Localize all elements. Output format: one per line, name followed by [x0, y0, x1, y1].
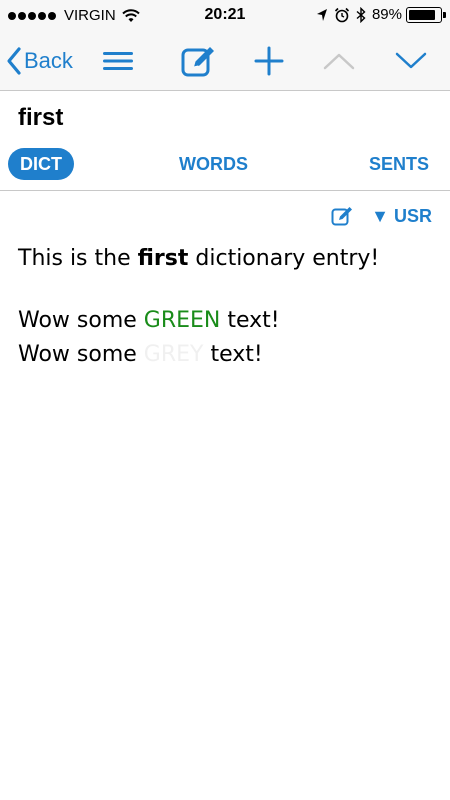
add-button[interactable] — [248, 32, 290, 90]
hamburger-menu-icon — [103, 52, 133, 70]
source-row: ▼ USR — [331, 203, 432, 229]
tab-words[interactable]: WORDS — [179, 148, 248, 180]
status-bar: VIRGIN 20:21 89% — [0, 0, 450, 32]
text-segment: dictionary entry! — [188, 246, 380, 271]
entry-line: Wow some GREEN text! — [18, 304, 432, 338]
screen: VIRGIN 20:21 89% Back first DICT WORDS S… — [0, 0, 450, 800]
navigation-bar: Back — [0, 32, 450, 91]
source-edit-button[interactable] — [331, 206, 355, 226]
entry-body: This is the first dictionary entry! Wow … — [18, 242, 432, 372]
menu-button[interactable] — [98, 32, 138, 90]
next-entry-button[interactable] — [390, 32, 432, 90]
tab-bar: DICT WORDS SENTS — [0, 148, 450, 184]
source-selector[interactable]: ▼ USR — [371, 206, 432, 227]
grey-text: GREY — [143, 342, 204, 367]
tab-dict[interactable]: DICT — [8, 148, 74, 180]
alarm-clock-icon — [334, 7, 350, 22]
battery-icon — [406, 6, 446, 23]
text-segment: Wow some — [18, 342, 144, 367]
edit-button[interactable] — [178, 32, 220, 90]
plus-icon — [254, 46, 284, 76]
tab-sents[interactable]: SENTS — [369, 148, 429, 180]
text-segment: Wow some — [18, 308, 144, 333]
entry-line: This is the first dictionary entry! — [18, 242, 432, 276]
edit-pencil-icon — [181, 47, 214, 77]
entry-line: Wow some GREY text! — [18, 338, 432, 372]
bold-headword: first — [137, 246, 189, 271]
green-text: GREEN — [143, 308, 221, 333]
chevron-left-icon — [7, 47, 21, 75]
chevron-down-icon — [395, 52, 427, 69]
chevron-up-icon — [323, 53, 355, 70]
location-arrow-icon — [316, 8, 327, 21]
text-segment: This is the — [18, 246, 138, 271]
divider — [0, 190, 450, 191]
back-label: Back — [24, 48, 73, 73]
battery-percent: 89% — [371, 6, 402, 23]
entry-title: first — [18, 104, 64, 131]
edit-pencil-icon — [331, 207, 353, 226]
previous-entry-button[interactable] — [318, 32, 360, 90]
text-segment: text! — [203, 342, 263, 367]
bluetooth-icon — [356, 6, 366, 23]
text-segment: text! — [220, 308, 280, 333]
status-right: 89% — [310, 6, 446, 23]
